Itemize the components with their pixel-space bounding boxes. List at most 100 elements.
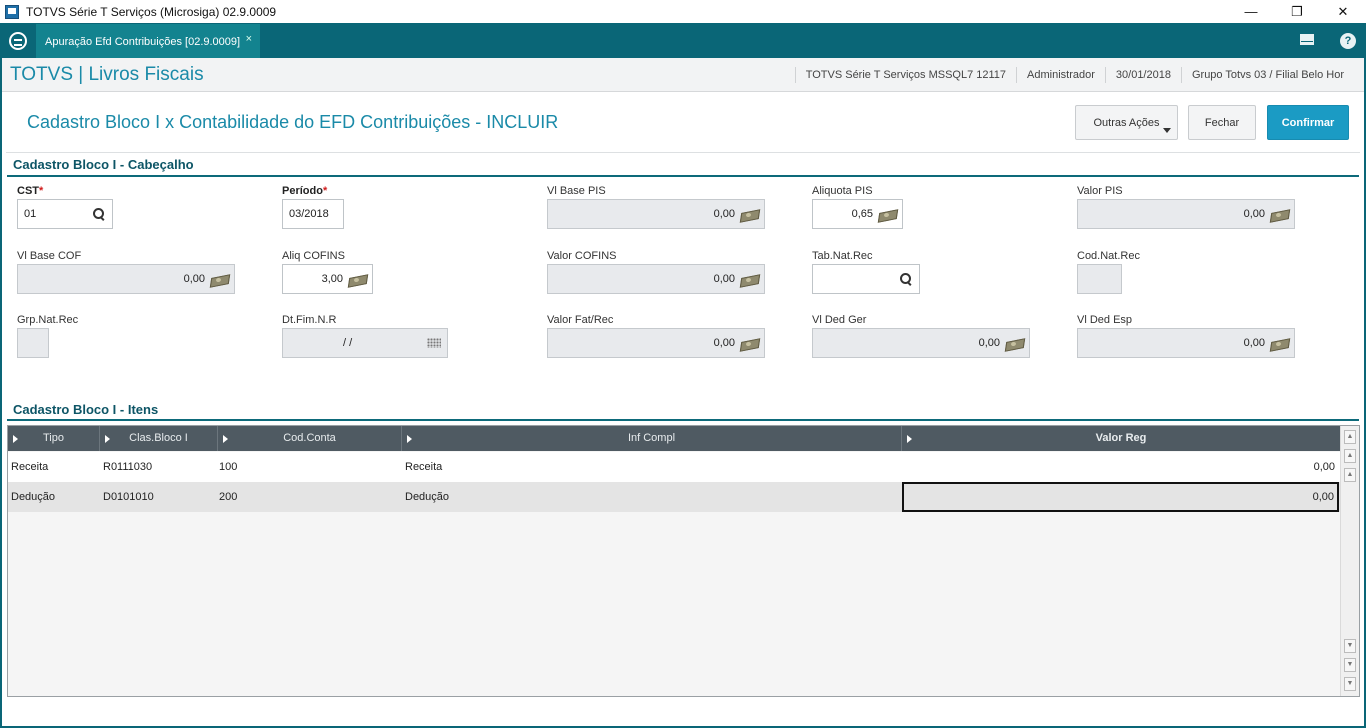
field-grp-nat-rec: Grp.Nat.Rec [17,314,78,359]
search-icon[interactable] [92,207,106,221]
scroll-top-icon[interactable]: ▲ [1344,430,1356,444]
outras-acoes-label: Outras Ações [1093,116,1160,129]
outras-acoes-button[interactable]: Outras Ações [1075,105,1178,140]
help-icon[interactable]: ? [1340,33,1356,49]
field-cod-nat-rec: Cod.Nat.Rec [1077,250,1140,295]
vl-ded-ger-input[interactable]: 0,00 [812,328,1030,358]
cod-nat-rec-input[interactable] [1077,264,1122,294]
scroll-up-icon[interactable]: ▲ [1344,468,1356,482]
close-icon[interactable]: × [246,33,252,45]
aliquota-pis-input[interactable]: 0,65 [812,199,903,229]
vl-base-pis-label: Vl Base PIS [547,185,606,197]
cell-valor-reg-selected[interactable]: 0,00 [902,482,1339,512]
money-icon[interactable] [211,274,229,285]
money-icon[interactable] [879,209,897,220]
aliq-cofins-value: 3,00 [321,273,343,285]
field-valor-pis: Valor PIS 0,00 [1077,185,1295,230]
dt-fim-nr-value: / / [343,337,353,349]
periodo-input[interactable]: 03/2018 [282,199,344,229]
minimize-button[interactable]: — [1228,0,1274,23]
table-row[interactable]: Dedução D0101010 200 Dedução 0,00 [8,482,1340,512]
close-window-button[interactable]: ✕ [1320,0,1366,23]
table-row[interactable]: Receita R0111030 100 Receita 0,00 [8,452,1340,482]
vl-base-cof-label: Vl Base COF [17,250,82,262]
valor-fat-rec-value: 0,00 [713,337,735,349]
vl-ded-esp-value: 0,00 [1243,337,1265,349]
vl-base-cof-value: 0,00 [183,273,205,285]
valor-fat-rec-input[interactable]: 0,00 [547,328,765,358]
money-icon[interactable] [741,338,759,349]
column-header-inf-compl[interactable]: Inf Compl [402,426,902,451]
column-header-cod-conta[interactable]: Cod.Conta [218,426,402,451]
cst-value: 01 [24,208,37,220]
window-title: TOTVS Série T Serviços (Microsiga) 02.9.… [26,4,277,19]
field-tab-nat-rec: Tab.Nat.Rec [812,250,920,295]
grp-nat-rec-input[interactable] [17,328,49,358]
money-icon[interactable] [741,209,759,220]
field-cst: CST* 01 [17,185,113,230]
tab-apuracao-efd[interactable]: Apuração Efd Contribuições [02.9.0009] × [36,24,260,59]
field-aliq-cofins: Aliq COFINS 3,00 [282,250,373,295]
mail-icon[interactable] [1300,34,1314,45]
sort-arrow-icon [223,435,228,443]
money-icon[interactable] [741,274,759,285]
money-icon[interactable] [1271,209,1289,220]
aliquota-pis-label: Aliquota PIS [812,185,873,197]
cod-nat-rec-label: Cod.Nat.Rec [1077,250,1140,262]
valor-cofins-value: 0,00 [713,273,735,285]
cst-input[interactable]: 01 [17,199,113,229]
search-icon[interactable] [899,272,913,286]
valor-pis-input[interactable]: 0,00 [1077,199,1295,229]
money-icon[interactable] [349,274,367,285]
vl-ded-esp-input[interactable]: 0,00 [1077,328,1295,358]
field-vl-base-pis: Vl Base PIS 0,00 [547,185,765,230]
dt-fim-nr-input[interactable]: / / [282,328,448,358]
vl-ded-ger-label: Vl Ded Ger [812,314,867,326]
tab-bar: Apuração Efd Contribuições [02.9.0009] ×… [0,23,1366,59]
scroll-bottom-icon[interactable]: ▼ [1344,677,1356,691]
fechar-button[interactable]: Fechar [1188,105,1256,140]
periodo-value: 03/2018 [289,208,329,220]
grid-scrollbar[interactable]: ▲ ▲ ▲ ▼ ▼ ▼ [1340,426,1359,696]
cell-clas-bloco: R0111030 [103,461,153,473]
field-aliquota-pis: Aliquota PIS 0,65 [812,185,903,230]
sort-arrow-icon [105,435,110,443]
sort-arrow-icon [407,435,412,443]
page-header: Cadastro Bloco I x Contabilidade do EFD … [6,95,1360,153]
valor-cofins-input[interactable]: 0,00 [547,264,765,294]
valor-pis-label: Valor PIS [1077,185,1123,197]
calendar-icon[interactable] [427,338,441,348]
tab-nat-rec-input[interactable] [812,264,920,294]
section-divider [7,175,1359,177]
cell-clas-bloco: D0101010 [103,491,154,503]
field-vl-ded-ger: Vl Ded Ger 0,00 [812,314,1030,359]
tab-label: Apuração Efd Contribuições [02.9.0009] [45,35,241,48]
date-label: 30/01/2018 [1104,67,1181,83]
column-header-clas-bloco[interactable]: Clas.Bloco I [100,426,218,451]
aliq-cofins-input[interactable]: 3,00 [282,264,373,294]
aliq-cofins-label: Aliq COFINS [282,250,345,262]
cell-tipo: Dedução [11,491,56,503]
money-icon[interactable] [1271,338,1289,349]
vl-base-pis-value: 0,00 [713,208,735,220]
vl-base-cof-input[interactable]: 0,00 [17,264,235,294]
maximize-button[interactable]: ❐ [1274,0,1320,23]
confirmar-button[interactable]: Confirmar [1267,105,1349,140]
column-header-valor-reg[interactable]: Valor Reg [902,426,1340,451]
totvs-logo-icon[interactable] [9,32,27,50]
caret-down-icon [1163,128,1171,133]
session-info: TOTVS Série T Serviços MSSQL7 12117 Admi… [794,58,1354,92]
column-header-tipo[interactable]: Tipo [8,426,100,451]
periodo-label: Período* [282,185,328,197]
aliquota-pis-value: 0,65 [851,208,873,220]
scroll-up-icon[interactable]: ▲ [1344,449,1356,463]
frame-border-left [0,58,2,728]
valor-cofins-label: Valor COFINS [547,250,617,262]
money-icon[interactable] [1006,338,1024,349]
cell-cod-conta: 200 [219,491,238,503]
scroll-down-icon[interactable]: ▼ [1344,658,1356,672]
cell-valor-reg[interactable]: 0,00 [902,452,1338,482]
window-controls: — ❐ ✕ [1228,0,1366,23]
vl-base-pis-input[interactable]: 0,00 [547,199,765,229]
scroll-down-icon[interactable]: ▼ [1344,639,1356,653]
